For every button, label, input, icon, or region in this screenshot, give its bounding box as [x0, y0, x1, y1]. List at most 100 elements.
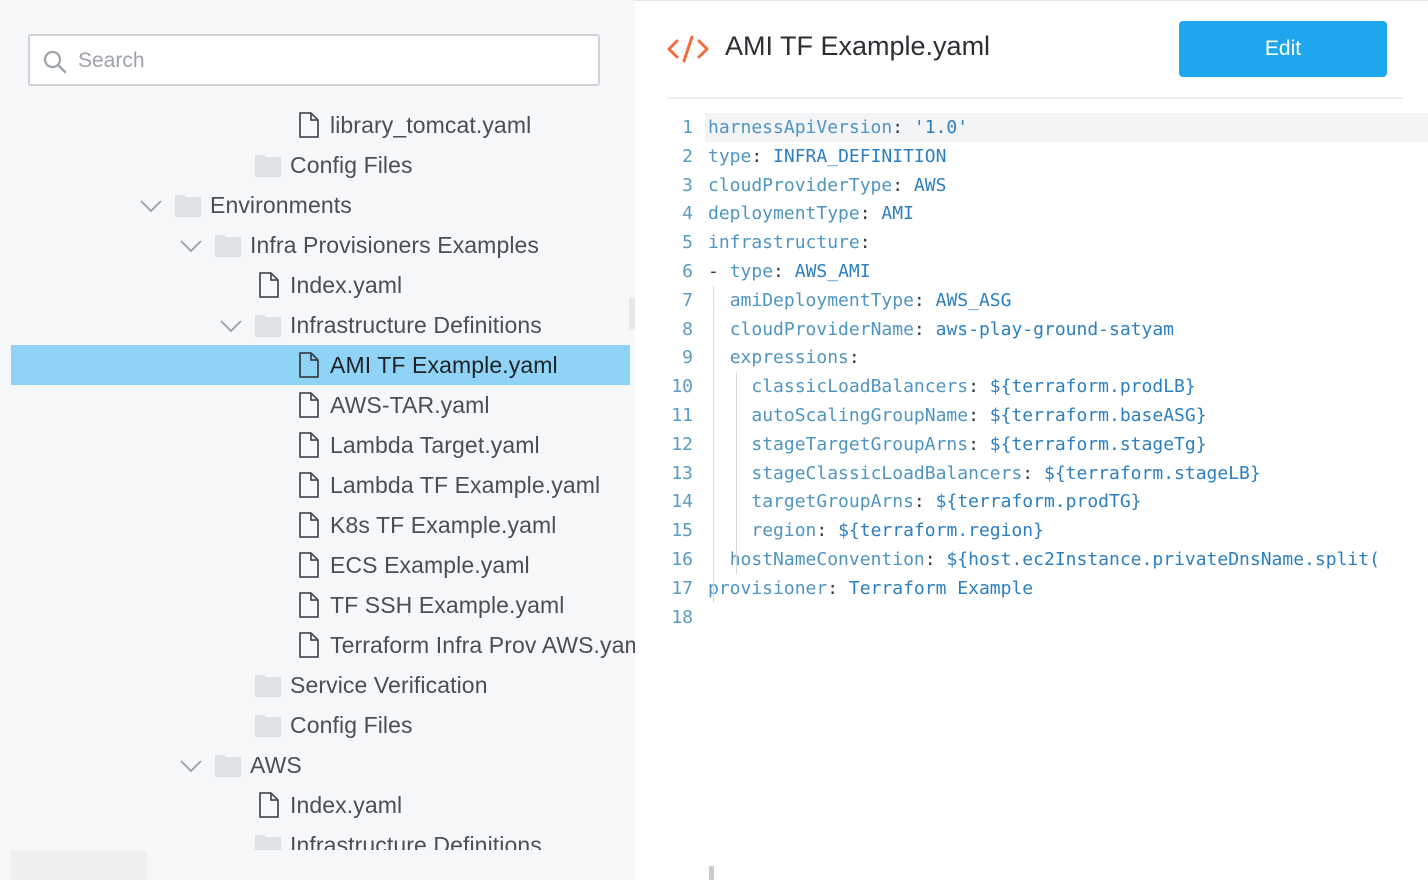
yaml-value: ${terraform.prodTG}: [935, 491, 1142, 512]
resize-handle[interactable]: [709, 866, 714, 880]
tree-item-label: Index.yaml: [290, 272, 403, 298]
code-line: 15 region: ${terraform.region}: [635, 516, 1428, 545]
yaml-value: AMI: [881, 203, 914, 224]
file-icon: [299, 472, 319, 498]
file-icon: [259, 272, 279, 298]
code-text: targetGroupArns: ${terraform.prodTG}: [708, 487, 1142, 516]
yaml-value: AWS_ASG: [935, 290, 1012, 311]
tree-item-label: Index.yaml: [290, 792, 403, 818]
code-line: 12 stageTargetGroupArns: ${terraform.sta…: [635, 430, 1428, 459]
panel-top-border: [635, 0, 1428, 1]
code-line: 3 cloudProviderType: AWS: [635, 171, 1428, 200]
tree-item-label: Lambda TF Example.yaml: [330, 472, 601, 498]
tree-item-label: Service Verification: [290, 672, 488, 698]
yaml-colon: :: [968, 376, 979, 397]
folder-icon: [255, 675, 281, 697]
code-line: 2 type: INFRA_DEFINITION: [635, 142, 1428, 171]
folder-icon: [255, 155, 281, 177]
line-number: 3: [682, 175, 693, 196]
tree-folder[interactable]: Config Files: [11, 145, 630, 185]
chevron-down-icon[interactable]: [180, 234, 202, 256]
yaml-key: classicLoadBalancers: [751, 376, 969, 397]
tree-item-label: Infra Provisioners Examples: [250, 232, 540, 258]
search-box[interactable]: [28, 34, 600, 86]
file-icon: [299, 512, 319, 538]
yaml-colon: :: [816, 520, 828, 541]
tree-item-label: Terraform Infra Prov AWS.yaml: [330, 632, 635, 658]
file-icon: [299, 352, 319, 378]
tree-folder[interactable]: Infra Provisioners Examples: [11, 225, 630, 265]
tree-file[interactable]: AWS-TAR.yaml: [11, 385, 630, 425]
tree-folder[interactable]: Infrastructure Definitions: [11, 305, 630, 345]
code-view[interactable]: 1 harnessApiVersion: '1.0' 2 type: INFRA_DE…: [635, 113, 1428, 880]
chevron-down-icon[interactable]: [180, 754, 202, 776]
yaml-value: ${terraform.region}: [838, 520, 1044, 541]
tree-file[interactable]: Lambda TF Example.yaml: [11, 465, 630, 505]
yaml-colon: :: [913, 319, 925, 340]
yaml-key: provisioner: [708, 578, 828, 599]
yaml-colon: :: [968, 434, 979, 455]
yaml-colon: :: [968, 405, 979, 426]
file-icon: [299, 112, 319, 138]
tree-file[interactable]: Terraform Infra Prov AWS.yaml: [11, 625, 635, 665]
yaml-key: targetGroupArns: [751, 491, 914, 512]
tree-item-label: library_tomcat.yaml: [330, 112, 532, 138]
code-line: 14 targetGroupArns: ${terraform.prodTG}: [635, 487, 1428, 516]
line-number: 1: [682, 117, 693, 138]
tree-file[interactable]: Index.yaml: [11, 265, 630, 305]
yaml-value: ${terraform.prodLB}: [989, 376, 1196, 397]
yaml-colon: :: [924, 549, 936, 570]
tree-item-label: Infrastructure Definitions: [290, 312, 542, 338]
yaml-key: amiDeploymentType: [729, 290, 914, 311]
yaml-key: hostNameConvention: [729, 549, 925, 570]
tree-item-label: K8s TF Example.yaml: [330, 512, 557, 538]
folder-icon: [255, 715, 281, 737]
line-number: 9: [682, 347, 693, 368]
code-line: 13 stageClassicLoadBalancers: ${terrafor…: [635, 459, 1428, 488]
yaml-key: type: [708, 146, 752, 167]
code-text: region: ${terraform.region}: [708, 516, 1044, 545]
folder-icon: [215, 235, 241, 257]
search-input[interactable]: [78, 46, 578, 76]
yaml-key: deploymentType: [708, 203, 860, 224]
yaml-colon: :: [859, 232, 871, 253]
folder-icon: [175, 195, 201, 217]
yaml-value: '1.0': [913, 117, 969, 138]
tree-item-label: Environments: [210, 192, 352, 218]
tree-file[interactable]: TF SSH Example.yaml: [11, 585, 630, 625]
file-icon: [299, 392, 319, 418]
yaml-colon: :: [827, 578, 839, 599]
code-line: 17 provisioner: Terraform Example: [635, 574, 1428, 603]
line-number: 8: [682, 319, 693, 340]
yaml-value: ${terraform.stageLB}: [1043, 463, 1261, 484]
line-number: 13: [671, 463, 693, 484]
code-text: stageClassicLoadBalancers: ${terraform.s…: [708, 459, 1261, 488]
yaml-key: harnessApiVersion: [708, 117, 893, 138]
chevron-down-icon[interactable]: [140, 194, 162, 216]
line-number: 16: [671, 549, 693, 570]
tree-folder[interactable]: Infrastructure Definitions: [11, 825, 630, 850]
code-text: cloudProviderName: aws-play-ground-satya…: [708, 315, 1174, 344]
tree-file[interactable]: library_tomcat.yaml: [11, 105, 630, 145]
code-text: cloudProviderType: AWS: [708, 171, 946, 200]
yaml-value: Terraform Example: [848, 578, 1034, 599]
tree-folder[interactable]: Service Verification: [11, 665, 630, 705]
code-text: amiDeploymentType: AWS_ASG: [708, 286, 1012, 315]
tree-item-label: Config Files: [290, 152, 413, 178]
yaml-key: type: [729, 261, 774, 282]
yaml-value: ${host.ec2Instance.privateDnsName.split(: [946, 549, 1380, 570]
tree-folder[interactable]: AWS: [11, 745, 630, 785]
edit-button[interactable]: Edit: [1179, 21, 1387, 77]
code-text: - type: AWS_AMI: [708, 257, 871, 286]
tree-folder[interactable]: Config Files: [11, 705, 630, 745]
tree-file[interactable]: Index.yaml: [11, 785, 630, 825]
tree-file[interactable]: ECS Example.yaml: [11, 545, 630, 585]
tree-file[interactable]: K8s TF Example.yaml: [11, 505, 630, 545]
tree-item-label: AWS: [250, 752, 302, 778]
yaml-value: aws-play-ground-satyam: [935, 319, 1175, 340]
tree-folder[interactable]: Environments: [11, 185, 630, 225]
chevron-down-icon[interactable]: [220, 314, 242, 336]
file-icon: [259, 792, 279, 818]
tree-file[interactable]: AMI TF Example.yaml: [11, 345, 630, 385]
tree-file[interactable]: Lambda Target.yaml: [11, 425, 630, 465]
